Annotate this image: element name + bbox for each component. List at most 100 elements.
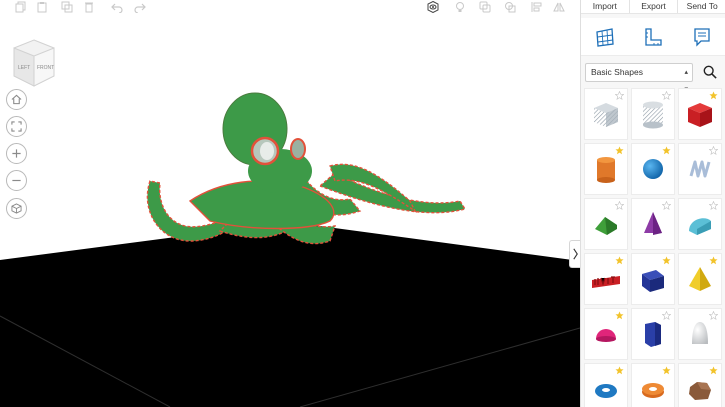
star-filled-icon[interactable] xyxy=(662,146,671,155)
star-outline-icon[interactable] xyxy=(709,311,718,320)
paraboloid-shape-icon xyxy=(692,322,708,344)
wedge-shape-icon xyxy=(642,270,664,292)
star-filled-icon[interactable] xyxy=(615,146,624,155)
shapes-grid xyxy=(583,88,725,407)
notes-icon xyxy=(694,27,710,47)
star-filled-icon[interactable] xyxy=(662,256,671,265)
mirror-icon[interactable] xyxy=(552,0,566,14)
star-outline-icon[interactable] xyxy=(662,311,671,320)
roof-shape-icon xyxy=(595,217,617,235)
lightbulb-icon[interactable] xyxy=(453,0,467,14)
home-icon xyxy=(11,94,22,105)
zoom-in-button[interactable] xyxy=(6,143,27,164)
zoom-in-icon xyxy=(12,149,21,158)
star-filled-icon[interactable] xyxy=(709,91,718,100)
shape-tile-rock[interactable] xyxy=(678,363,722,407)
shape-tile-torus[interactable] xyxy=(584,363,628,407)
star-filled-icon[interactable] xyxy=(709,366,718,375)
shape-tile-paraboloid[interactable] xyxy=(678,308,722,360)
redo-icon[interactable] xyxy=(133,0,147,14)
polygon-shape-icon xyxy=(645,322,661,347)
shape-tile-half-sphere[interactable] xyxy=(584,308,628,360)
box-hole-shape-icon xyxy=(594,103,618,127)
cylinder-shape-icon xyxy=(597,157,615,183)
star-filled-icon[interactable] xyxy=(615,311,624,320)
shape-tile-tube[interactable] xyxy=(631,363,675,407)
sphere-shape-icon xyxy=(643,159,663,179)
shape-tile-cylinder[interactable] xyxy=(584,143,628,195)
search-button[interactable] xyxy=(701,63,719,81)
octopus-model[interactable] xyxy=(130,91,475,271)
ortho-view-button[interactable] xyxy=(6,198,27,219)
viewcube-left-label: LEFT xyxy=(18,65,30,71)
search-icon xyxy=(703,65,717,79)
star-filled-icon[interactable] xyxy=(662,366,671,375)
panel-tools xyxy=(581,18,725,56)
visibility-icon[interactable] xyxy=(426,0,440,14)
ruler-icon xyxy=(645,27,663,46)
shapes-category-select[interactable]: Basic Shapes ▴▾ xyxy=(585,62,693,93)
scribble-shape-icon xyxy=(689,160,711,178)
import-button[interactable]: Import xyxy=(581,0,630,13)
view-cube[interactable]: LEFT FRONT xyxy=(12,38,56,88)
notes-button[interactable] xyxy=(689,24,715,50)
torus-shape-icon xyxy=(595,384,617,398)
shape-tile-wedge[interactable] xyxy=(631,253,675,305)
half-sphere-shape-icon xyxy=(596,329,616,342)
tube-shape-icon xyxy=(642,383,664,398)
shape-tile-roof[interactable] xyxy=(584,198,628,250)
star-filled-icon[interactable] xyxy=(709,256,718,265)
zoom-out-button[interactable] xyxy=(6,170,27,191)
text-shape-icon xyxy=(592,276,620,288)
zoom-out-icon xyxy=(12,179,21,182)
pyramid-shape-icon xyxy=(689,267,711,291)
shape-tile-cone[interactable] xyxy=(631,198,675,250)
chevron-right-icon xyxy=(573,248,578,260)
ruler-button[interactable] xyxy=(640,24,666,50)
shape-tile-box[interactable] xyxy=(678,88,722,140)
star-filled-icon[interactable] xyxy=(615,366,624,375)
duplicate-icon[interactable] xyxy=(60,0,74,14)
shape-tile-box-hole[interactable] xyxy=(584,88,628,140)
toolbar xyxy=(0,0,580,16)
copy-icon[interactable] xyxy=(14,0,28,14)
star-filled-icon[interactable] xyxy=(615,256,624,265)
cylinder-hole-shape-icon xyxy=(643,101,663,129)
ortho-view-icon xyxy=(11,203,22,214)
star-outline-icon[interactable] xyxy=(662,91,671,100)
fit-view-icon xyxy=(11,121,22,132)
send-to-button[interactable]: Send To xyxy=(678,0,725,13)
home-button[interactable] xyxy=(6,89,27,110)
star-outline-icon[interactable] xyxy=(709,201,718,210)
shape-tile-round-roof[interactable] xyxy=(678,198,722,250)
shapes-panel: Import Export Send To Basic Shapes ▴ xyxy=(580,0,725,407)
rock-shape-icon xyxy=(689,382,711,400)
panel-tabs: Import Export Send To xyxy=(581,0,725,14)
ungroup-icon[interactable] xyxy=(503,0,517,14)
delete-icon[interactable] xyxy=(82,0,96,14)
workplane-icon xyxy=(596,27,614,47)
shape-tile-polygon[interactable] xyxy=(631,308,675,360)
star-outline-icon[interactable] xyxy=(615,201,624,210)
viewcube-front-label: FRONT xyxy=(37,65,54,71)
cone-shape-icon xyxy=(644,212,662,235)
shape-tile-sphere[interactable] xyxy=(631,143,675,195)
paste-icon[interactable] xyxy=(35,0,49,14)
export-button[interactable]: Export xyxy=(630,0,679,13)
star-outline-icon[interactable] xyxy=(615,91,624,100)
shape-tile-text[interactable] xyxy=(584,253,628,305)
align-icon[interactable] xyxy=(530,0,544,14)
shapes-category-row: Basic Shapes ▴▾ xyxy=(585,62,722,93)
star-outline-icon[interactable] xyxy=(662,201,671,210)
workplane-viewport[interactable]: LEFT FRONT xyxy=(0,16,580,407)
fit-view-button[interactable] xyxy=(6,116,27,137)
workplane-button[interactable] xyxy=(592,24,618,50)
shape-tile-pyramid[interactable] xyxy=(678,253,722,305)
undo-icon[interactable] xyxy=(110,0,124,14)
group-icon[interactable] xyxy=(478,0,492,14)
shape-tile-cylinder-hole[interactable] xyxy=(631,88,675,140)
shapes-category-value: Basic Shapes xyxy=(591,66,643,77)
box-shape-icon xyxy=(688,103,712,127)
star-outline-icon[interactable] xyxy=(709,146,718,155)
shape-tile-scribble[interactable] xyxy=(678,143,722,195)
